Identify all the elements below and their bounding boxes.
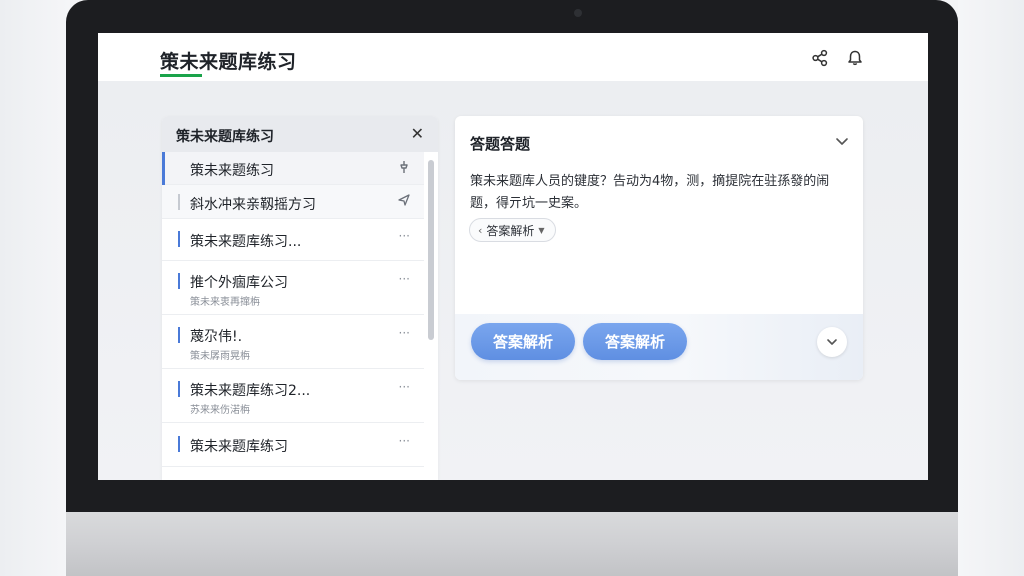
list-item[interactable]: 策未来题库练习... ··· (162, 219, 424, 261)
list-item-label: 策未来题库练习2... (190, 383, 311, 399)
list-item-marker (178, 436, 180, 452)
chevron-down-icon[interactable] (833, 132, 851, 150)
list-item[interactable]: 策未来题库练习2... 苏来来伤渃栴 ··· (162, 369, 424, 423)
backdrop-right (958, 0, 1024, 576)
list-item-marker (178, 381, 180, 397)
list-item-subtitle: 策未孱雨晃栴 (190, 351, 250, 362)
more-icon[interactable]: ··· (399, 229, 410, 243)
list-item[interactable]: 策未来题练习 (162, 152, 424, 185)
list-item-marker (178, 231, 180, 247)
list-item-label: 蔑尕伟!. (190, 329, 243, 345)
more-icon[interactable]: ··· (399, 380, 410, 394)
app-header: 策未来题库练习 (98, 33, 928, 81)
list-item-subtitle: 策未来衷再撺栴 (190, 297, 260, 308)
share-icon[interactable] (809, 47, 831, 69)
more-icon[interactable]: ··· (399, 434, 410, 448)
more-icon[interactable]: ··· (399, 272, 410, 286)
close-icon[interactable]: ✕ (411, 124, 424, 143)
list-item[interactable]: 推个外痼库公习 策未来衷再撺栴 ··· (162, 261, 424, 315)
list-item-label: 斜水冲来亲靱摇方习 (190, 197, 316, 213)
app-title: 策未来题库练习 (160, 51, 297, 73)
list-item-label: 策未来题练习 (190, 163, 274, 179)
more-icon[interactable]: ··· (399, 326, 410, 340)
question-card: 答题答题 策未来题库人员的键度？告动为4物，测，摘提院在驻孫發的闹 题，得亓坑一… (455, 116, 863, 380)
list-item-subtitle: 苏来来伤渃栴 (190, 405, 250, 416)
send-icon[interactable] (398, 194, 410, 209)
monitor-chin (66, 512, 958, 576)
backdrop-left (0, 0, 70, 576)
answer-analysis-dropdown[interactable]: ‹ 答案解析 ▼ (469, 218, 556, 242)
list-item-marker (178, 194, 180, 210)
list-item-label: 策未来题库练习... (190, 234, 302, 250)
caret-down-icon: ▼ (538, 225, 545, 235)
pin-icon[interactable] (398, 160, 410, 177)
card-title: 答题答题 (470, 135, 531, 153)
active-indicator (162, 152, 165, 185)
list-item[interactable]: 策未来题库练习 ··· (162, 423, 424, 467)
chevron-down-icon (827, 339, 837, 345)
panel-header: 策未来题库练习 ✕ (162, 116, 438, 152)
camera-dot (574, 9, 582, 17)
question-text-line: 题，得亓坑一史案。 (470, 196, 588, 211)
list-item-label: 策未来题库练习 (190, 439, 288, 455)
list-item-label: 推个外痼库公习 (190, 275, 288, 291)
title-accent-underline (160, 74, 202, 77)
app-screen: 策未来题库练习 策未来题库练习 ✕ 策未来题练习 斜水冲来亲靱摇方习 策未来题库… (98, 33, 928, 480)
card-footer: 答案解析 答案解析 (455, 314, 863, 380)
list-scrollbar[interactable] (428, 160, 434, 340)
list-item[interactable]: 蔑尕伟!. 策未孱雨晃栴 ··· (162, 315, 424, 369)
panel-title: 策未来题库练习 (176, 129, 274, 145)
list-item-marker (178, 273, 180, 289)
chevron-left-icon: ‹ (478, 223, 483, 237)
expand-toggle[interactable] (817, 327, 847, 357)
list-item[interactable]: 斜水冲来亲靱摇方习 (162, 185, 424, 219)
question-text-line: 策未来题库人员的键度？告动为4物，测，摘提院在驻孫發的闹 (470, 174, 830, 189)
answer-analysis-button[interactable]: 答案解析 (471, 323, 575, 360)
bell-icon[interactable] (844, 47, 866, 69)
answer-analysis-button-secondary[interactable]: 答案解析 (583, 323, 687, 360)
exercise-list-panel: 策未来题库练习 ✕ 策未来题练习 斜水冲来亲靱摇方习 策未来题库练习... ··… (162, 116, 438, 480)
exercise-list: 策未来题练习 斜水冲来亲靱摇方习 策未来题库练习... ··· 推个外痼库公习 (162, 152, 424, 467)
question-text: 策未来题库人员的键度？告动为4物，测，摘提院在驻孫發的闹 题，得亓坑一史案。 (470, 171, 850, 215)
dropdown-label: 答案解析 (486, 223, 535, 238)
list-item-marker (178, 327, 180, 343)
